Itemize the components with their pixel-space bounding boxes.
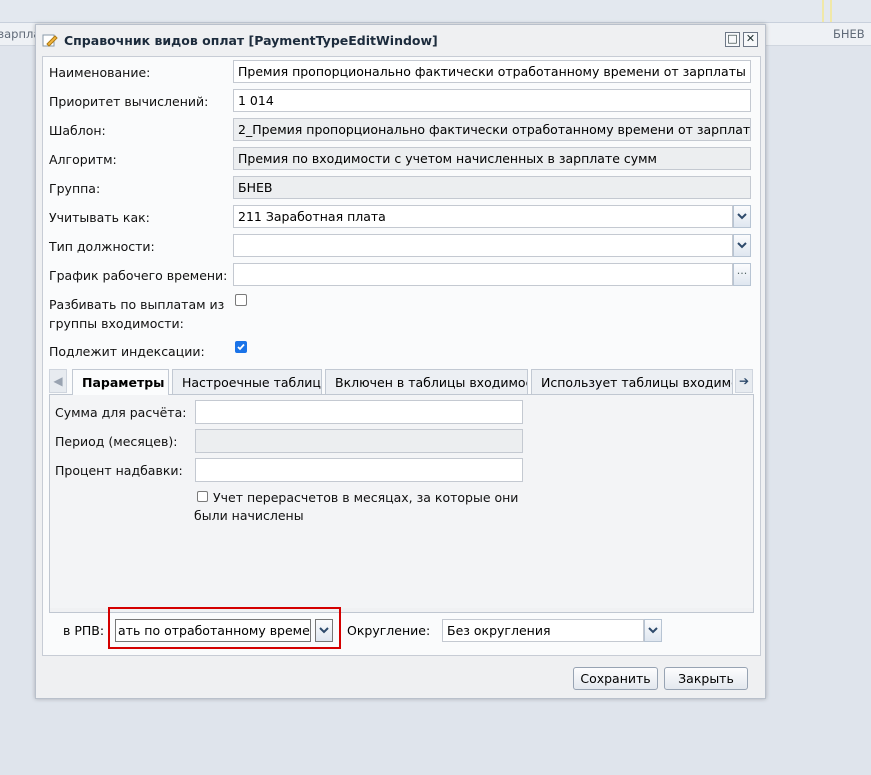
- indexation-label: Подлежит индексации:: [49, 344, 205, 359]
- payment-type-edit-window: Справочник видов оплат [PaymentTypeEditW…: [35, 24, 766, 699]
- sum-label: Сумма для расчёта:: [55, 405, 187, 420]
- rpv-select-value: ать по отработанному времени: [118, 623, 311, 638]
- position-type-dropdown-button[interactable]: [733, 234, 751, 257]
- window-title: Справочник видов оплат [PaymentTypeEditW…: [64, 33, 438, 48]
- template-field: 2_Премия пропорционально фактически отра…: [233, 118, 751, 141]
- parameters-form: Сумма для расчёта: Период (месяцев): Про…: [50, 395, 753, 608]
- edit-document-icon: [42, 34, 58, 47]
- position-type-label: Тип должности:: [49, 239, 155, 254]
- name-label: Наименование:: [49, 65, 151, 80]
- background-grid-cell-right: БНЕВ: [833, 27, 865, 41]
- split-payments-label: Разбивать по выплатам из группы входимос…: [49, 297, 224, 332]
- percent-label: Процент надбавки:: [55, 463, 183, 478]
- name-field[interactable]: Премия пропорционально фактически отрабо…: [233, 60, 751, 83]
- account-as-dropdown-button[interactable]: [733, 205, 751, 228]
- recalc-label-line2: были начислены: [194, 508, 304, 523]
- tab-bar: ◀ Параметры Настроечные таблицы Включен …: [49, 367, 754, 395]
- close-window-button[interactable]: ✕: [743, 32, 758, 47]
- sum-field[interactable]: [195, 400, 523, 424]
- save-button[interactable]: Сохранить: [573, 667, 658, 690]
- rpv-label: в РПВ:: [63, 623, 105, 638]
- algorithm-label: Алгоритм:: [49, 152, 117, 167]
- priority-label: Приоритет вычислений:: [49, 94, 209, 109]
- work-schedule-label: График рабочего времени:: [49, 268, 228, 283]
- tab-scroll-left-button[interactable]: ◀: [49, 369, 67, 393]
- recalc-checkbox[interactable]: [197, 491, 208, 502]
- tab-parameters[interactable]: Параметры: [72, 369, 169, 395]
- period-label: Период (месяцев):: [55, 434, 178, 449]
- checkmark-icon: [237, 343, 245, 351]
- account-as-select[interactable]: 211 Заработная плата: [233, 205, 733, 228]
- template-label: Шаблон:: [49, 123, 106, 138]
- chevron-down-icon: [737, 242, 747, 249]
- split-payments-checkbox[interactable]: [235, 294, 247, 306]
- group-label: Группа:: [49, 181, 101, 196]
- rounding-dropdown-button[interactable]: [644, 619, 662, 642]
- group-field: БНЕВ: [233, 176, 751, 199]
- priority-field[interactable]: 1 014: [233, 89, 751, 112]
- rounding-label: Округление:: [347, 623, 431, 638]
- account-as-label: Учитывать как:: [49, 210, 150, 225]
- background-toolbar-left: [0, 0, 824, 22]
- indexation-checkbox[interactable]: [235, 341, 247, 353]
- work-schedule-picker-button[interactable]: ...: [733, 263, 751, 286]
- close-button[interactable]: Закрыть: [664, 667, 748, 690]
- split-payments-label-line1: Разбивать по выплатам из: [49, 297, 225, 312]
- parameters-tab-panel: Сумма для расчёта: Период (месяцев): Про…: [49, 395, 754, 613]
- chevron-down-icon: [737, 213, 747, 220]
- rounding-select[interactable]: Без округления: [442, 619, 644, 642]
- split-payments-label-line2: группы входимости:: [49, 316, 184, 331]
- background-toolbar: [0, 0, 871, 23]
- tab-included-in-tables[interactable]: Включен в таблицы входимости: [325, 369, 528, 394]
- window-header[interactable]: Справочник видов оплат [PaymentTypeEditW…: [36, 25, 765, 53]
- chevron-down-icon: [319, 627, 329, 634]
- rpv-select[interactable]: ать по отработанному времени: [115, 619, 311, 642]
- chevron-down-icon: [648, 627, 658, 634]
- tab-uses-tables[interactable]: Использует таблицы входимости: [531, 369, 733, 394]
- maximize-button[interactable]: □: [725, 32, 740, 47]
- work-schedule-field[interactable]: [233, 263, 733, 286]
- percent-field[interactable]: [195, 458, 523, 482]
- rpv-dropdown-button[interactable]: [315, 619, 333, 642]
- period-field: [195, 429, 523, 453]
- position-type-select[interactable]: [233, 234, 733, 257]
- background-toolbar-right: [830, 0, 871, 22]
- algorithm-field: Премия по входимости с учетом начисленны…: [233, 147, 751, 170]
- recalc-label-line1: Учет перерасчетов в месяцах, за которые …: [213, 490, 519, 505]
- tab-settings-tables[interactable]: Настроечные таблицы: [172, 369, 322, 394]
- tab-scroll-right-button[interactable]: ➔: [735, 369, 753, 393]
